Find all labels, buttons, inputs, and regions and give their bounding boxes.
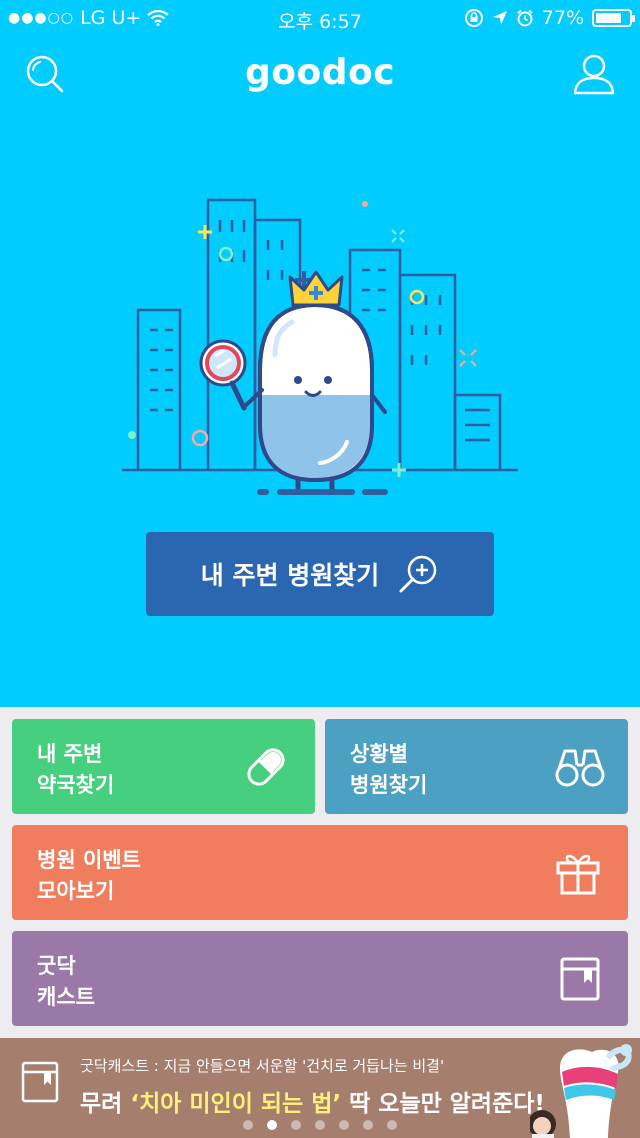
- status-bar: ●●●○○ LG U+ 오후 6:57 77%: [0, 0, 640, 36]
- find-hospital-label: 내 주변 병원찾기: [200, 561, 380, 590]
- top-nav: goodoc: [0, 44, 640, 104]
- pill-icon: [247, 748, 285, 786]
- tile-label-line1: 굿닥: [37, 954, 76, 978]
- banner-title-pre: 무려: [80, 1091, 131, 1117]
- tile-label: 내 주변 약국찾기: [37, 739, 114, 801]
- tile-label: 병원 이벤트 모아보기: [37, 845, 141, 907]
- page-dot[interactable]: [315, 1120, 325, 1130]
- binoculars-icon: [555, 749, 605, 787]
- profile-button[interactable]: [570, 50, 618, 98]
- rotation-lock-icon: [464, 9, 483, 27]
- tile-label: 굿닥 캐스트: [37, 951, 95, 1013]
- page-dot[interactable]: [291, 1120, 301, 1130]
- location-arrow-icon: [492, 11, 507, 25]
- user-icon: [573, 54, 615, 95]
- page-dot[interactable]: [387, 1120, 397, 1130]
- magnifier-plus-icon: [399, 555, 437, 593]
- bookmark-book-icon: [560, 957, 600, 1001]
- banner-page-indicator[interactable]: [0, 1120, 640, 1130]
- battery-percent: 77%: [541, 7, 584, 29]
- tile-label: 상황별 병원찾기: [350, 739, 427, 801]
- page-dot[interactable]: [363, 1120, 373, 1130]
- hero-section: ●●●○○ LG U+ 오후 6:57 77% goodoc 내 주변 병원찾기: [0, 0, 640, 707]
- banner-subtitle: 굿닥캐스트 : 지금 안들으면 서운할 '건치로 거듭나는 비결': [80, 1057, 445, 1075]
- banner-title: 무려 ‘치아 미인이 되는 법’ 딱 오늘만 알려준다!: [80, 1084, 545, 1118]
- pill-mascot-illustration: [122, 198, 518, 495]
- page-dot[interactable]: [267, 1120, 277, 1130]
- tile-label-line1: 내 주변: [37, 742, 103, 766]
- tile-label-line2: 캐스트: [37, 985, 95, 1009]
- tile-label-line1: 병원 이벤트: [37, 848, 141, 872]
- tile-situational-hospital[interactable]: 상황별 병원찾기: [325, 719, 628, 814]
- banner-title-post: 딱 오늘만 알려준다!: [341, 1091, 545, 1117]
- app-logo: goodoc: [244, 52, 396, 93]
- banner-title-highlight: ‘치아 미인이 되는 법’: [130, 1091, 342, 1117]
- alarm-icon: [517, 9, 533, 27]
- tile-goodoc-cast[interactable]: 굿닥 캐스트: [12, 931, 628, 1026]
- battery-fill: [596, 13, 621, 23]
- tile-label-line2: 모아보기: [37, 879, 115, 903]
- find-nearby-hospital-button[interactable]: 내 주변 병원찾기: [146, 532, 494, 616]
- tile-label-line2: 병원찾기: [350, 773, 428, 797]
- tile-label-line2: 약국찾기: [37, 773, 115, 797]
- bookmark-book-icon: [21, 1061, 59, 1103]
- page-dot[interactable]: [339, 1120, 349, 1130]
- battery-icon: [592, 9, 635, 27]
- tile-nearby-pharmacy[interactable]: 내 주변 약국찾기: [12, 719, 315, 814]
- page-dot[interactable]: [243, 1120, 253, 1130]
- tile-hospital-events[interactable]: 병원 이벤트 모아보기: [12, 825, 628, 920]
- gift-icon: [556, 854, 600, 895]
- tile-label-line1: 상황별: [350, 742, 408, 766]
